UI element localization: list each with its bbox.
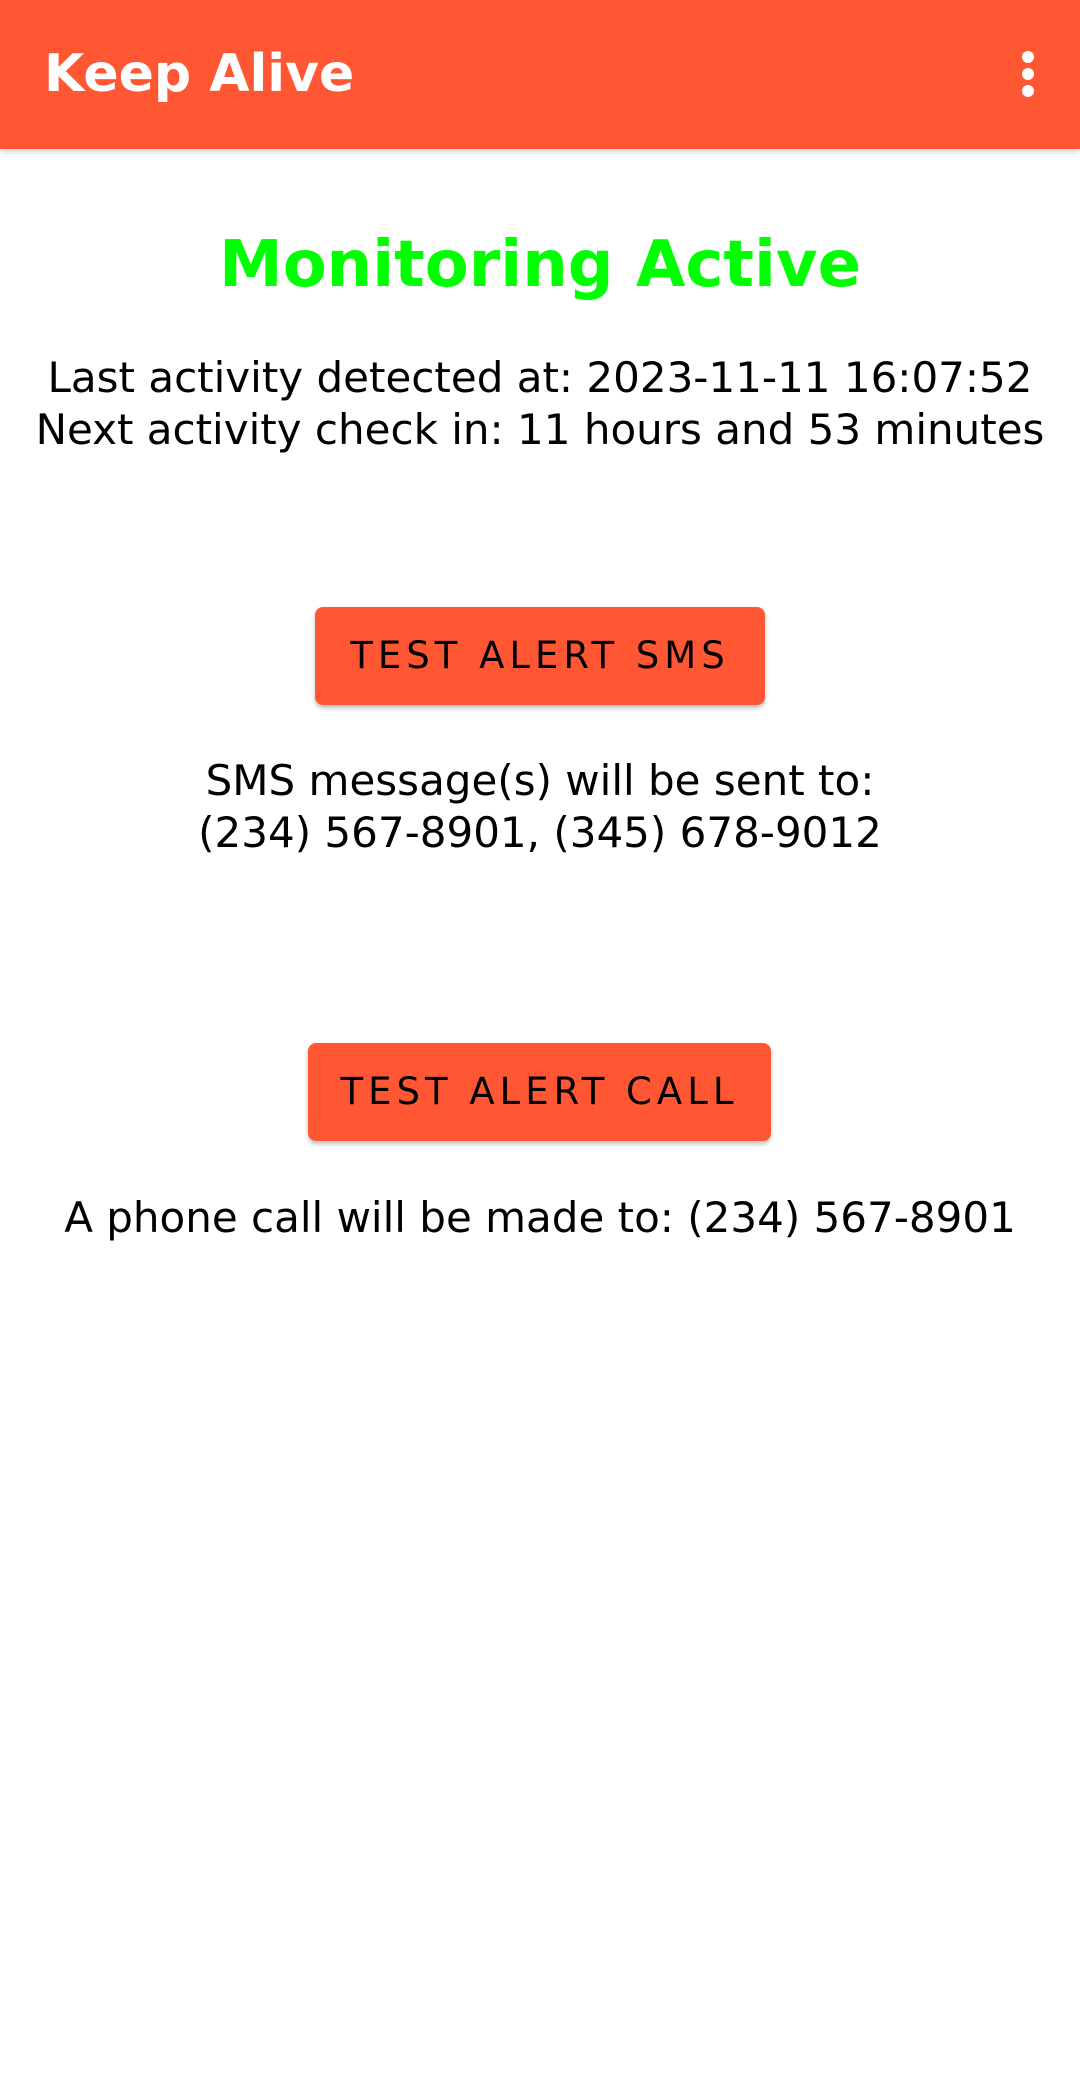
call-recipient-info: A phone call will be made to: (234) 567-… bbox=[0, 1192, 1080, 1244]
sms-recipients-info: SMS message(s) will be sent to: (234) 56… bbox=[0, 755, 1080, 859]
test-alert-call-button[interactable]: TEST ALERT CALL bbox=[308, 1043, 771, 1141]
overflow-menu-button[interactable] bbox=[976, 22, 1080, 126]
sms-info-label: SMS message(s) will be sent to: bbox=[205, 756, 875, 805]
main-content: Monitoring Active Last activity detected… bbox=[0, 149, 1080, 2083]
activity-info: Last activity detected at: 2023-11-11 16… bbox=[0, 352, 1080, 456]
monitoring-status-title: Monitoring Active bbox=[219, 228, 861, 302]
call-info-text: A phone call will be made to: (234) 567-… bbox=[64, 1193, 1016, 1242]
app-bar: Keep Alive bbox=[0, 0, 1080, 149]
test-alert-sms-button[interactable]: TEST ALERT SMS bbox=[315, 607, 765, 705]
last-activity-text: Last activity detected at: 2023-11-11 16… bbox=[47, 353, 1033, 402]
sms-phone-numbers: (234) 567-8901, (345) 678-9012 bbox=[198, 808, 882, 857]
app-title: Keep Alive bbox=[44, 44, 355, 104]
more-vert-icon bbox=[1022, 51, 1034, 97]
next-check-text: Next activity check in: 11 hours and 53 … bbox=[35, 405, 1045, 454]
